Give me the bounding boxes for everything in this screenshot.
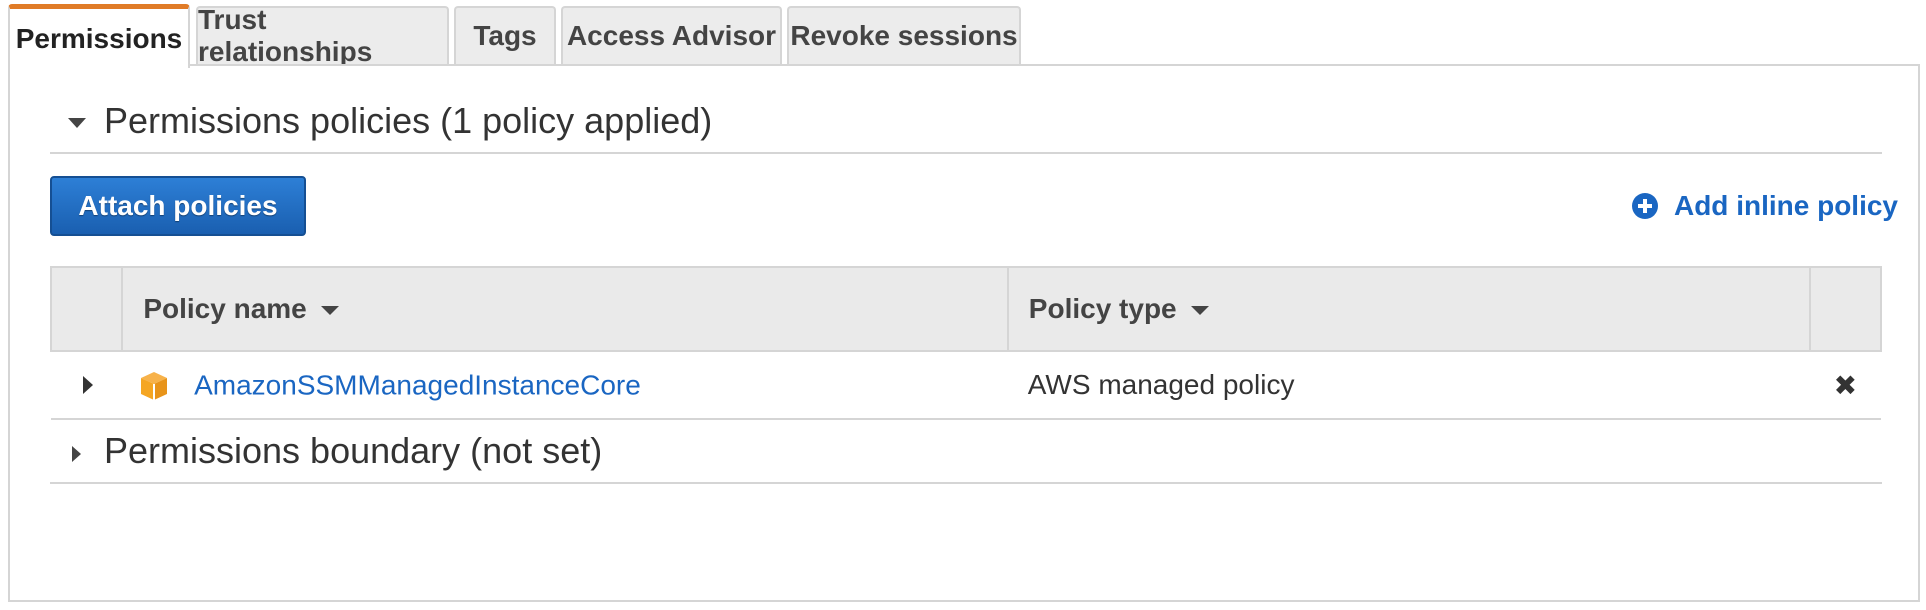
permissions-panel: Permissions policies (1 policy applied) …: [8, 64, 1920, 602]
plus-circle-icon: [1631, 193, 1658, 219]
tab-label: Revoke sessions: [790, 20, 1018, 51]
tab-trust-relationships[interactable]: Trust relationships: [196, 4, 449, 67]
caret-down-icon: [68, 118, 86, 128]
add-inline-policy-label: Add inline policy: [1673, 190, 1898, 221]
attach-policies-button[interactable]: Attach policies: [50, 176, 306, 236]
tab-tags[interactable]: Tags: [454, 6, 556, 64]
tab-label: Permissions: [15, 22, 183, 54]
sort-caret-icon: [320, 306, 339, 316]
tab-label: Access Advisor: [566, 20, 777, 51]
tab-label: Trust relationships: [198, 4, 373, 67]
tab-label: Tags: [473, 20, 537, 51]
actions-column-header: [1808, 266, 1883, 352]
tab-access-advisor[interactable]: Access Advisor: [561, 6, 782, 64]
table-header-row: Policy name Policy type: [49, 266, 1883, 352]
expand-column-header: [49, 266, 124, 352]
permissions-boundary-header[interactable]: Permissions boundary (not set): [50, 396, 1882, 484]
tab-permissions[interactable]: Permissions: [8, 4, 190, 68]
policy-type-column-header[interactable]: Policy type: [1006, 266, 1811, 352]
attach-policies-label: Attach policies: [78, 190, 278, 221]
column-label: Policy name: [143, 293, 307, 324]
column-label: Policy type: [1028, 293, 1177, 324]
permissions-policies-title: Permissions policies (1 policy applied): [104, 100, 713, 141]
add-inline-policy-link[interactable]: Add inline policy: [1631, 186, 1898, 226]
policy-name-column-header[interactable]: Policy name: [121, 266, 1009, 352]
caret-right-icon[interactable]: [83, 376, 93, 394]
permissions-policies-header[interactable]: Permissions policies (1 policy applied): [50, 66, 1882, 154]
caret-right-icon: [72, 446, 81, 462]
permissions-boundary-title: Permissions boundary (not set): [104, 430, 603, 471]
tab-revoke-sessions[interactable]: Revoke sessions: [787, 6, 1021, 64]
sort-caret-icon: [1190, 306, 1209, 316]
